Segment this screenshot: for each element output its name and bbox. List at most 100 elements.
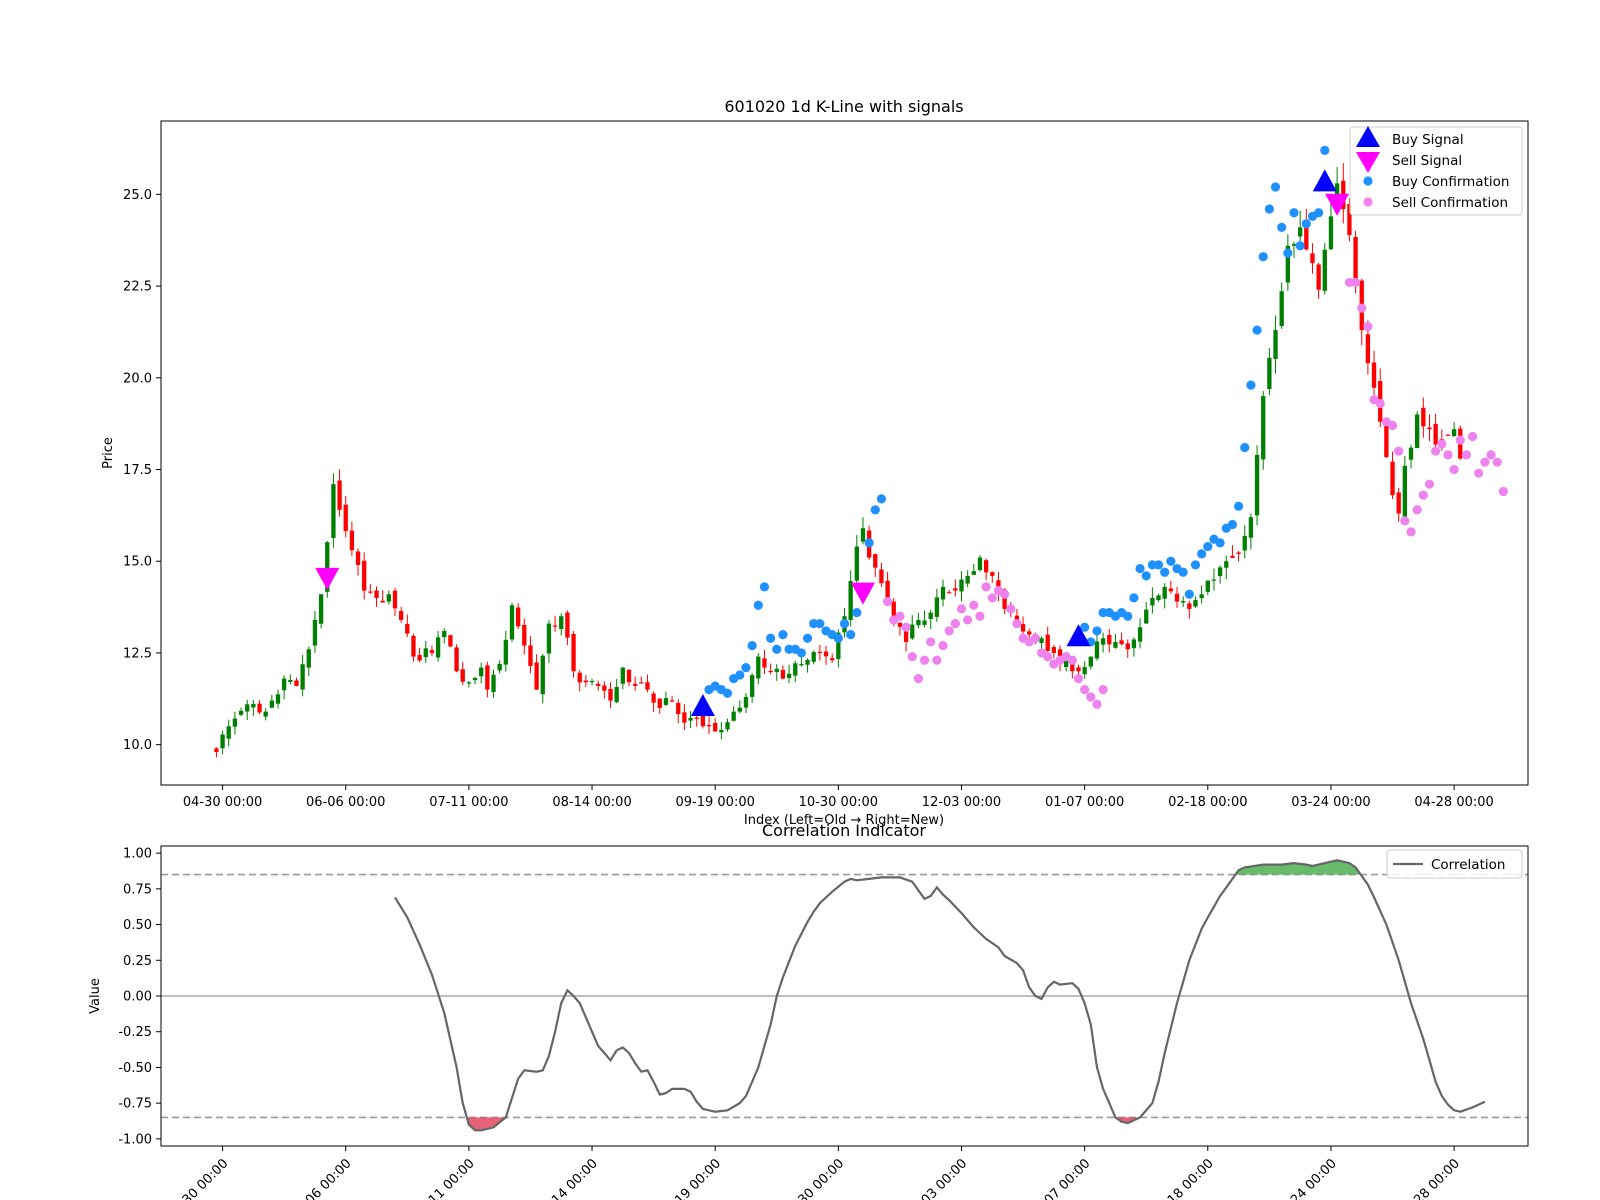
confirmation-dot (1098, 685, 1108, 695)
confirmation-dot (1043, 652, 1053, 662)
candle-body (571, 633, 576, 672)
candle-body (596, 683, 601, 686)
candle-body (269, 700, 274, 708)
candle-body (362, 560, 367, 591)
confirmation-dot (735, 670, 745, 680)
confirmation-dot (1270, 182, 1281, 192)
x-tick-label: 08-14 00:00 (552, 795, 631, 810)
candle-body (374, 590, 379, 598)
candle-body (503, 639, 508, 665)
candle-body (1236, 552, 1241, 554)
confirmation-dot (1233, 501, 1244, 511)
confirmation-dot (1320, 145, 1330, 155)
candle-body (1365, 334, 1371, 364)
y-tick-label: 12.5 (123, 646, 152, 661)
confirmation-dot (950, 618, 960, 629)
candle-body (713, 722, 718, 732)
candle-body (1020, 624, 1026, 632)
candle-body (1181, 601, 1186, 603)
candle-body (632, 683, 638, 686)
x-tick-label: -07 00:00 (1038, 1156, 1093, 1200)
candle-body (398, 610, 404, 620)
correlation-y-axis-label: Value (88, 978, 103, 1014)
x-tick-label: 01-07 00:00 (1045, 795, 1124, 810)
confirmation-dot (1203, 541, 1213, 552)
candle-body (756, 656, 761, 679)
candle-body (1328, 216, 1334, 250)
x-tick-label: 03-24 00:00 (1291, 795, 1370, 810)
candle-body (460, 669, 465, 682)
candle-body (472, 678, 478, 681)
confirmation-dot (1160, 567, 1170, 577)
confirmation-dot (1258, 252, 1268, 262)
confirmation-dot (1424, 479, 1435, 489)
candle-body (860, 528, 866, 542)
confirmation-dot (1480, 457, 1490, 467)
candle-body (823, 651, 829, 657)
candle-body (1254, 454, 1260, 516)
candle-body (669, 700, 675, 702)
candle-body (1415, 414, 1420, 448)
legend-confirmation-dot (1363, 197, 1373, 207)
candle-body (454, 647, 459, 672)
sell-signal-marker (850, 582, 875, 605)
candle-body (232, 718, 238, 727)
candle-body (682, 712, 687, 723)
candle-body (491, 674, 496, 692)
candle-body (737, 707, 742, 712)
candle-body (910, 624, 915, 639)
x-tick-label: -06 00:00 (300, 1156, 355, 1200)
confirmation-dot (1252, 325, 1262, 335)
candle-body (947, 592, 952, 594)
x-tick-label: -18 00:00 (1162, 1156, 1217, 1200)
confirmation-dot (1295, 241, 1305, 251)
x-tick-label: -24 00:00 (1285, 1156, 1340, 1200)
candle-body (873, 554, 878, 568)
candle-body (540, 655, 545, 695)
candle-body (238, 710, 244, 715)
x-tick-label: 04-30 00:00 (183, 795, 262, 810)
y-tick-label: -0.50 (118, 1061, 152, 1076)
candle-body (349, 530, 355, 551)
candle-body (522, 624, 527, 646)
candle-body (620, 667, 625, 684)
candle-body (1427, 427, 1432, 430)
candle-body (645, 682, 650, 690)
kline-y-axis-label: Price (101, 437, 116, 469)
candle-body (700, 715, 706, 727)
candle-body (916, 619, 921, 626)
candle-body (220, 734, 225, 749)
y-tick-label: 0.00 (123, 990, 152, 1005)
x-tick-label: -28 00:00 (1408, 1156, 1463, 1200)
candle-body (1261, 396, 1266, 460)
candle-body (442, 630, 447, 638)
confirmation-dot (1178, 567, 1188, 577)
candle-body (1267, 357, 1272, 389)
candle-body (1199, 594, 1204, 599)
candle-body (546, 623, 552, 654)
confirmation-dot (1153, 560, 1164, 570)
confirmation-dot (1080, 685, 1090, 695)
candle-body (343, 504, 348, 532)
confirmation-dot (1418, 490, 1428, 500)
candle-body (497, 663, 502, 671)
confirmation-dot (747, 640, 757, 651)
candle-body (1082, 667, 1087, 675)
candle-body (386, 594, 391, 602)
candle-body (368, 591, 373, 593)
confirmation-dot (1492, 457, 1502, 467)
confirmation-dot (1437, 439, 1447, 449)
x-tick-label: 02-18 00:00 (1168, 795, 1247, 810)
candlestick-series (214, 163, 1463, 758)
y-tick-label: -0.75 (118, 1097, 152, 1112)
candle-body (768, 670, 773, 673)
candle-body (762, 658, 767, 668)
confirmation-dot (1301, 219, 1311, 229)
confirmation-dot (753, 600, 763, 610)
confirmation-dot (1264, 204, 1274, 214)
confirmation-dot (883, 596, 893, 607)
candle-body (719, 729, 724, 733)
candle-body (552, 625, 558, 627)
confirmation-dot (895, 611, 905, 621)
candle-body (263, 711, 268, 717)
